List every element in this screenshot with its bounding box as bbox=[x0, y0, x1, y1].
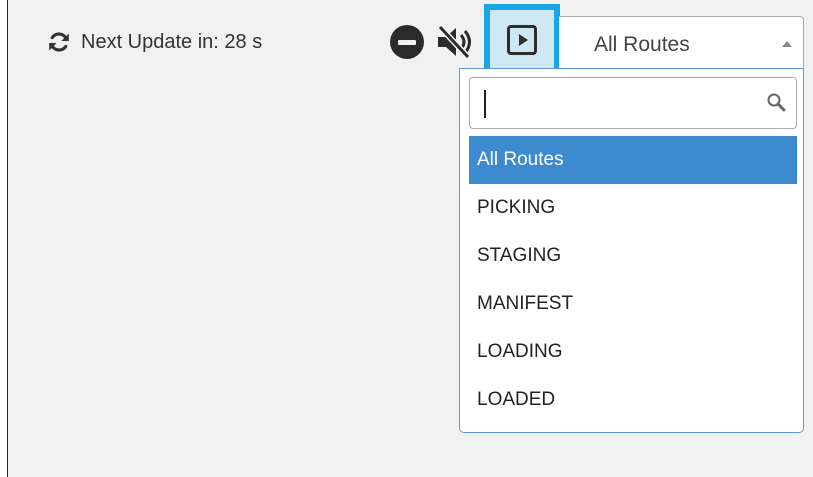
volume-mute-icon[interactable] bbox=[436, 24, 472, 60]
play-triangle bbox=[519, 34, 528, 46]
route-option-loading[interactable]: LOADING bbox=[469, 328, 797, 376]
route-option-manifest[interactable]: MANIFEST bbox=[469, 280, 797, 328]
route-search-box[interactable] bbox=[469, 77, 797, 129]
search-icon bbox=[767, 93, 786, 112]
play-button[interactable] bbox=[484, 4, 560, 76]
next-update-countdown: Next Update in: 28 s bbox=[81, 30, 263, 53]
route-select-value: All Routes bbox=[594, 33, 690, 56]
route-option-loaded[interactable]: LOADED bbox=[469, 376, 797, 424]
route-options-list: All Routes PICKING STAGING MANIFEST LOAD… bbox=[469, 136, 797, 424]
route-option-staging[interactable]: STAGING bbox=[469, 232, 797, 280]
text-caret bbox=[484, 90, 486, 118]
chevron-up-icon bbox=[782, 41, 792, 47]
minus-circle-icon[interactable] bbox=[390, 25, 424, 59]
play-square-icon bbox=[507, 25, 537, 55]
minus-bar bbox=[398, 39, 416, 45]
route-dropdown: All Routes PICKING STAGING MANIFEST LOAD… bbox=[459, 68, 804, 433]
route-select[interactable]: All Routes bbox=[559, 16, 804, 72]
route-option-all-routes[interactable]: All Routes bbox=[469, 136, 797, 184]
refresh-icon[interactable] bbox=[47, 30, 71, 54]
route-option-picking[interactable]: PICKING bbox=[469, 184, 797, 232]
route-search-input[interactable] bbox=[470, 78, 760, 128]
refresh-status: Next Update in: 28 s bbox=[47, 28, 262, 56]
